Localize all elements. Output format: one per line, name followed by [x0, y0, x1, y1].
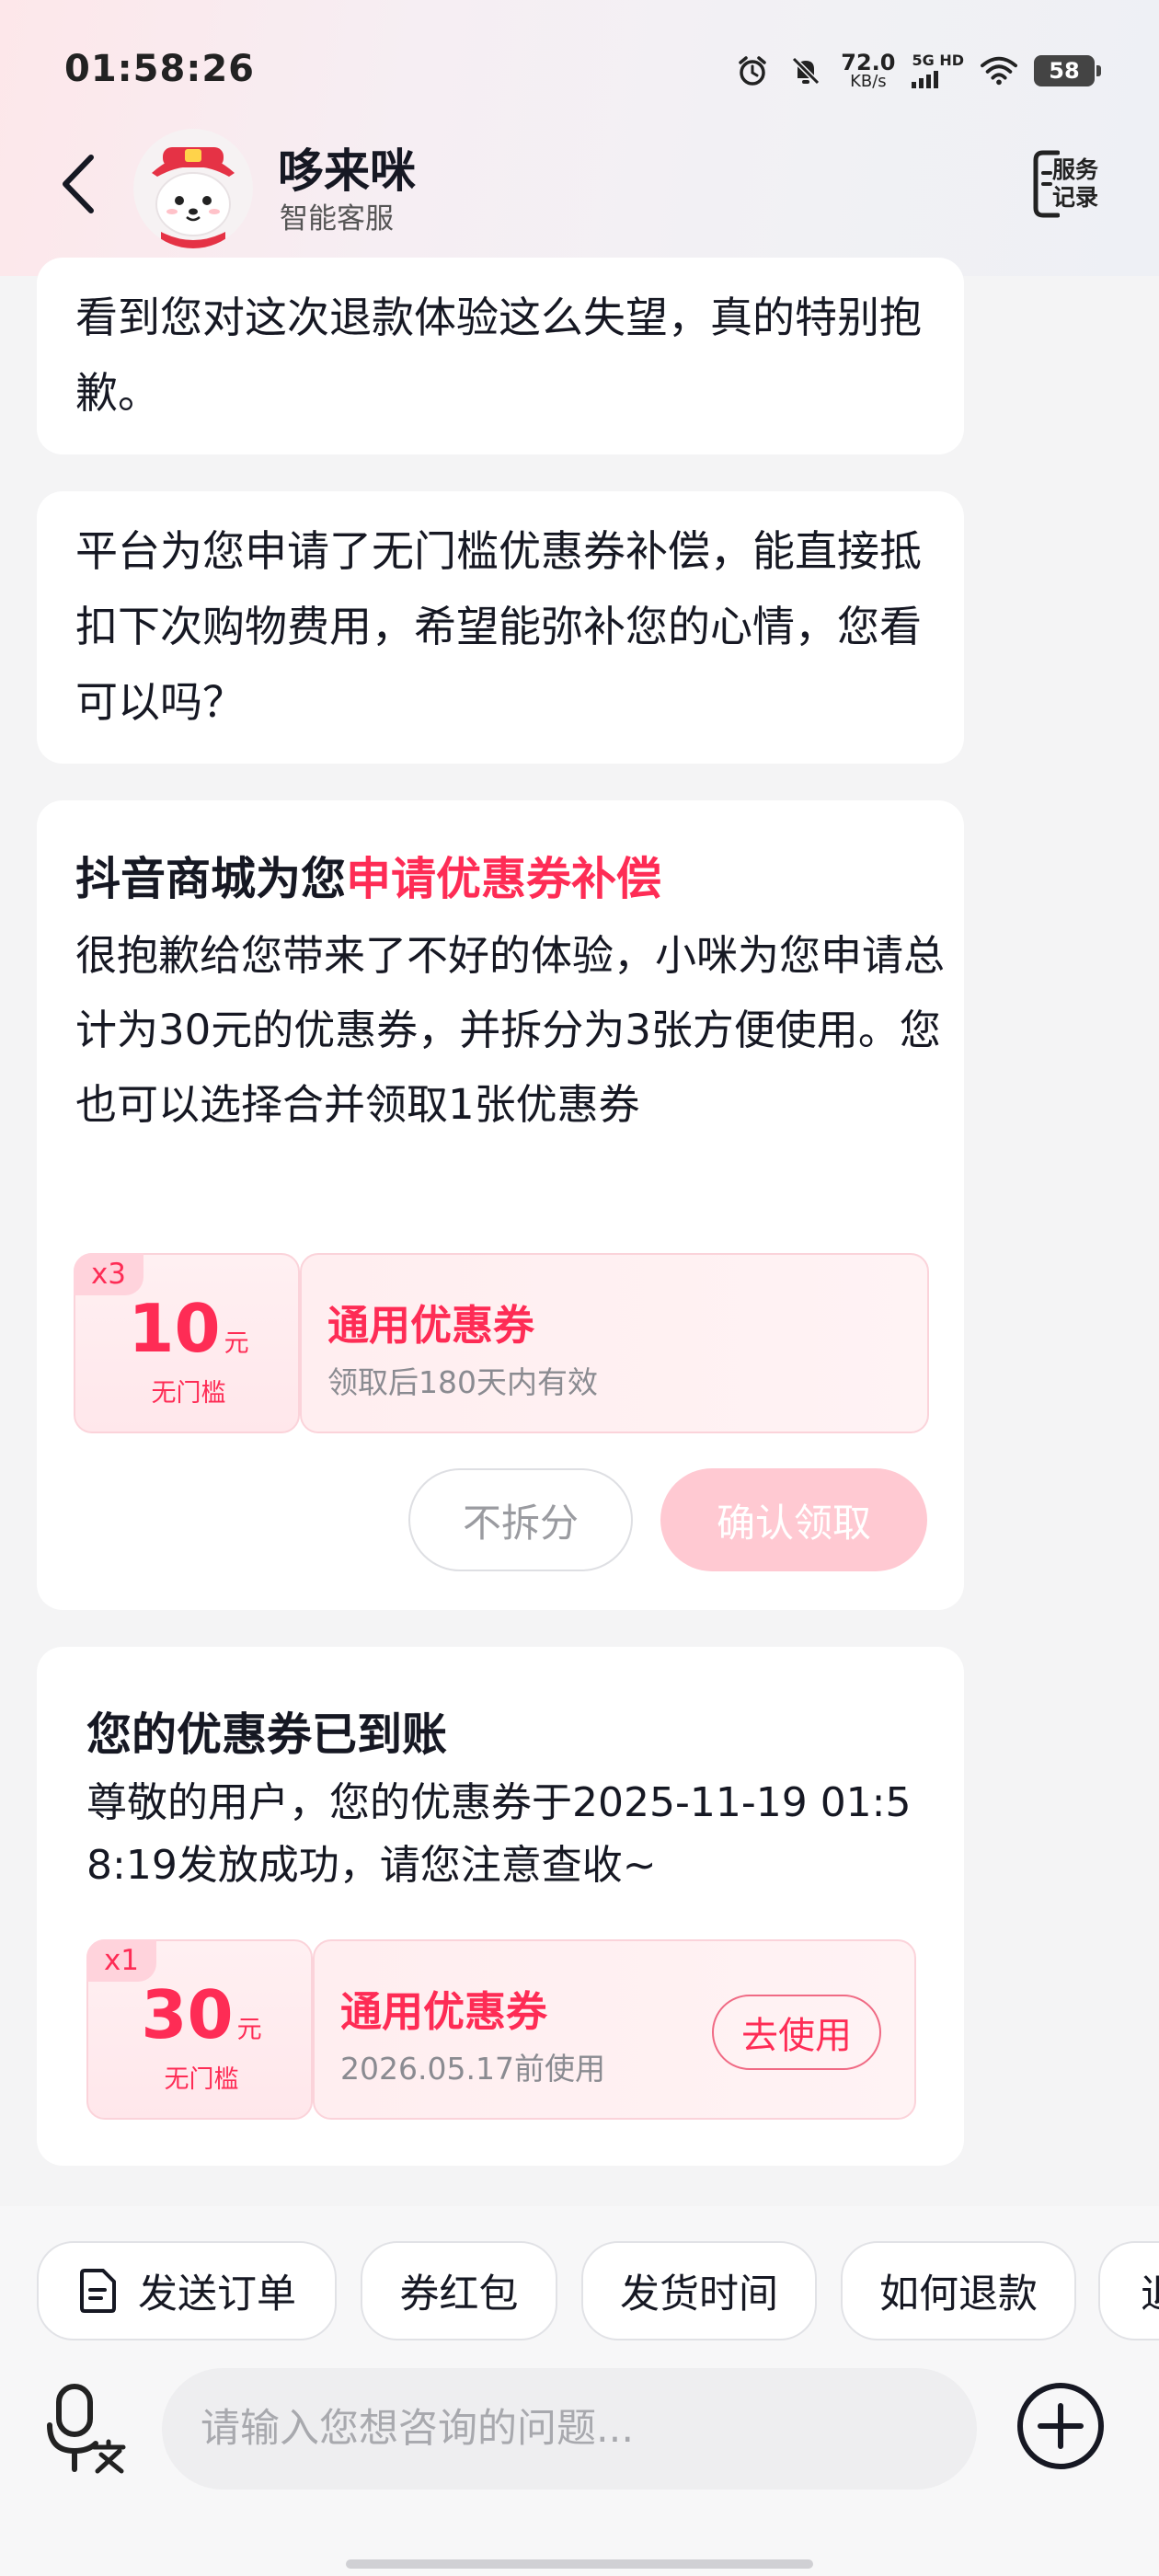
- coupon-validity: 领取后180天内有效: [327, 1364, 598, 1400]
- service-record-button[interactable]: 服务记录: [1032, 147, 1115, 221]
- arrival-card-title: 您的优惠券已到账: [86, 1708, 448, 1761]
- status-bar: 01:58:26 72.0 KB/s 5G HD 58: [0, 0, 1159, 138]
- quick-action-label: 券红包: [399, 2271, 519, 2317]
- confirm-claim-button[interactable]: 确认领取: [660, 1468, 927, 1571]
- more-options-button[interactable]: [1016, 2381, 1106, 2471]
- mute-bell-icon: [787, 52, 824, 89]
- arrival-card-body: 尊敬的用户，您的优惠券于2025-11-19 01:58:19发放成功，请您注意…: [86, 1779, 912, 1889]
- document-icon: [77, 2268, 118, 2314]
- service-record-label: 服务记录: [1052, 156, 1099, 211]
- status-time: 01:58:26: [64, 48, 255, 90]
- wifi-icon: [981, 52, 1017, 89]
- coupon-item: x3 10 元 无门槛 通用优惠券 领取后180天内有效: [74, 1253, 929, 1433]
- coupon-name: 通用优惠券: [327, 1301, 535, 1350]
- coupon-name: 通用优惠券: [340, 1987, 548, 2036]
- agent-avatar: [133, 129, 253, 248]
- status-icons: 72.0 KB/s 5G HD 58: [734, 48, 1101, 94]
- compensation-card-body: 很抱歉给您带来了不好的体验，小咪为您申请总计为30元的优惠券，并拆分为3张方便使…: [75, 931, 946, 1129]
- coupon-amount-value: 30: [141, 1976, 234, 2053]
- chevron-left-icon: [63, 155, 94, 213]
- chat-header: 哆来咪 智能客服 服务记录: [0, 129, 1159, 248]
- coupon-amount-value: 10: [128, 1290, 221, 1367]
- no-split-button[interactable]: 不拆分: [408, 1468, 633, 1571]
- quick-action-label: 发送订单: [138, 2271, 296, 2317]
- network-speed-value: 72.0: [841, 50, 896, 75]
- message-text: 平台为您申请了无门槛优惠券补偿，能直接抵扣下次购物费用，希望能弥补您的心情，您看…: [75, 526, 922, 727]
- quick-actions-bar[interactable]: 发送订单 券红包 发货时间 如何退款 退: [0, 2241, 1159, 2342]
- network-type-label: 5G HD: [912, 52, 964, 69]
- alarm-icon: [734, 52, 771, 89]
- agent-role: 智能客服: [280, 202, 394, 236]
- message-input[interactable]: [162, 2368, 977, 2490]
- coupon-amount-unit: 元: [224, 1329, 249, 1358]
- quick-action-more[interactable]: 退: [1098, 2241, 1159, 2340]
- coupon-amount: 30 元: [88, 1976, 315, 2053]
- quick-action-label: 退: [1141, 2262, 1159, 2319]
- coupon-info-panel: 通用优惠券 领取后180天内有效: [300, 1253, 929, 1433]
- use-coupon-button[interactable]: 去使用: [712, 1995, 881, 2070]
- network-speed-unit: KB/s: [850, 72, 887, 91]
- title-highlight: 申请优惠券补偿: [346, 853, 662, 905]
- agent-name: 哆来咪: [278, 144, 416, 198]
- coupon-threshold: 无门槛: [151, 1379, 226, 1408]
- coupon-amount-panel: x3 10 元 无门槛: [74, 1253, 300, 1433]
- battery-level: 58: [1049, 58, 1080, 84]
- quick-action-send-order[interactable]: 发送订单: [37, 2241, 337, 2340]
- voice-input-button[interactable]: [46, 2383, 129, 2475]
- agent-message-bubble: 平台为您申请了无门槛优惠券补偿，能直接抵扣下次购物费用，希望能弥补您的心情，您看…: [37, 491, 964, 764]
- quick-action-label: 发货时间: [620, 2271, 778, 2317]
- coupon-threshold: 无门槛: [164, 2065, 239, 2094]
- plus-circle-icon: [1017, 2383, 1104, 2469]
- quick-action-label: 如何退款: [879, 2271, 1038, 2317]
- battery-icon: 58: [1034, 55, 1101, 86]
- coupon-item: x1 30 元 无门槛 通用优惠券 2026.05.17前使用 去使用: [86, 1939, 916, 2120]
- coupon-amount-panel: x1 30 元 无门槛: [86, 1939, 313, 2120]
- coupon-info-panel: 通用优惠券 2026.05.17前使用 去使用: [313, 1939, 916, 2120]
- coupon-amount: 10 元: [75, 1290, 302, 1367]
- voice-to-text-icon: [47, 2384, 126, 2474]
- home-indicator[interactable]: [346, 2559, 813, 2569]
- cellular-signal-icon: 5G HD: [912, 53, 964, 88]
- network-speed: 72.0 KB/s: [841, 52, 895, 90]
- quick-action-coupons[interactable]: 券红包: [361, 2241, 557, 2340]
- agent-message-bubble: 看到您对这次退款体验这么失望，真的特别抱歉。: [37, 258, 964, 454]
- back-button[interactable]: [46, 147, 110, 221]
- quick-action-shipping-time[interactable]: 发货时间: [581, 2241, 817, 2340]
- coupon-expiry: 2026.05.17前使用: [340, 2051, 605, 2087]
- coupon-amount-unit: 元: [236, 2016, 262, 2044]
- title-prefix: 抖音商城为您: [75, 853, 347, 905]
- quick-action-how-to-refund[interactable]: 如何退款: [841, 2241, 1076, 2340]
- message-text: 看到您对这次退款体验这么失望，真的特别抱歉。: [75, 293, 922, 418]
- compensation-card-title: 抖音商城为您申请优惠券补偿: [75, 843, 661, 908]
